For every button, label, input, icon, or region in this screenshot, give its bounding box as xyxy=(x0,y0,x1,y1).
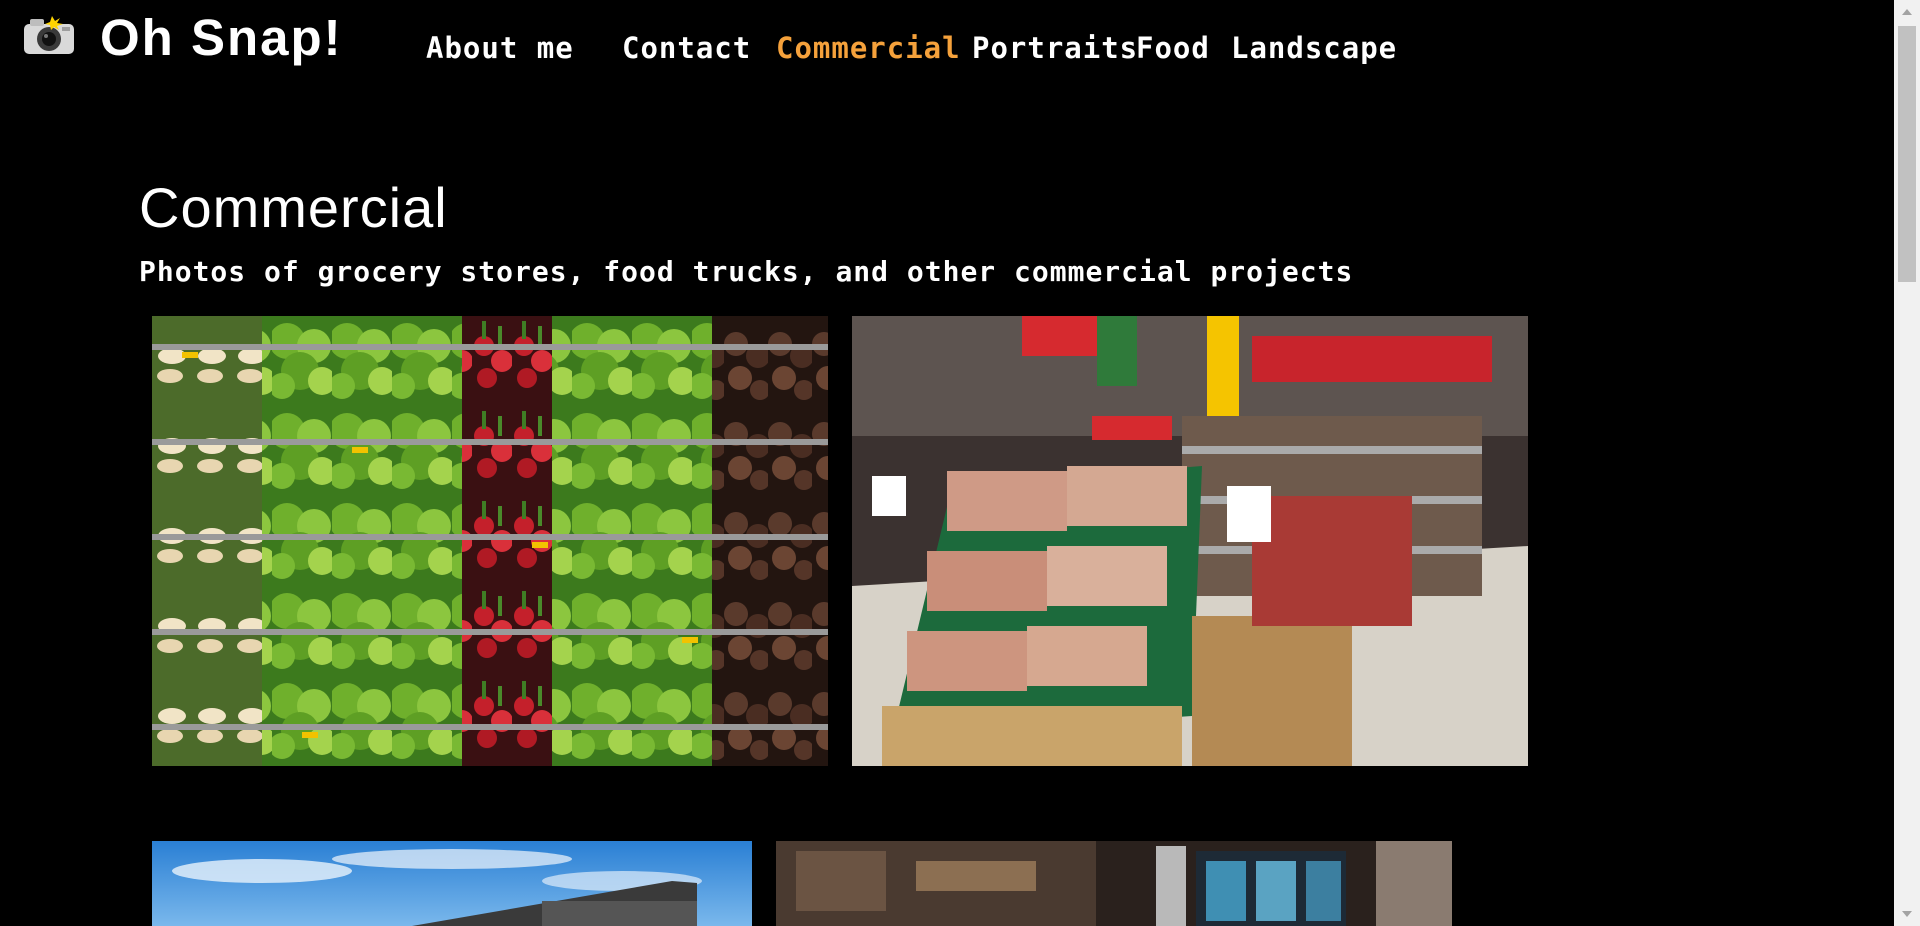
nav-portraits[interactable]: Portraits xyxy=(972,28,1138,68)
scroll-down-icon[interactable] xyxy=(1902,911,1912,917)
nav-commercial[interactable]: Commercial xyxy=(776,28,961,68)
camera-icon[interactable] xyxy=(22,14,76,56)
vertical-scrollbar[interactable] xyxy=(1894,0,1920,926)
gallery-photo-produce[interactable] xyxy=(152,316,828,766)
site-title[interactable]: Oh Snap! xyxy=(100,8,343,68)
gallery-photo-store-interior[interactable] xyxy=(776,841,1452,926)
page-title: Commercial xyxy=(139,176,448,239)
gallery-photo-supermarket[interactable] xyxy=(852,316,1528,766)
nav-landscape[interactable]: Landscape xyxy=(1231,28,1397,68)
scrollbar-thumb[interactable] xyxy=(1898,26,1916,282)
page-subtitle: Photos of grocery stores, food trucks, a… xyxy=(139,255,1354,288)
scroll-up-icon[interactable] xyxy=(1902,9,1912,15)
nav-contact[interactable]: Contact xyxy=(622,28,751,68)
nav-food[interactable]: Food xyxy=(1136,28,1210,68)
nav-about-me[interactable]: About me xyxy=(426,28,574,68)
gallery-photo-building[interactable] xyxy=(152,841,752,926)
